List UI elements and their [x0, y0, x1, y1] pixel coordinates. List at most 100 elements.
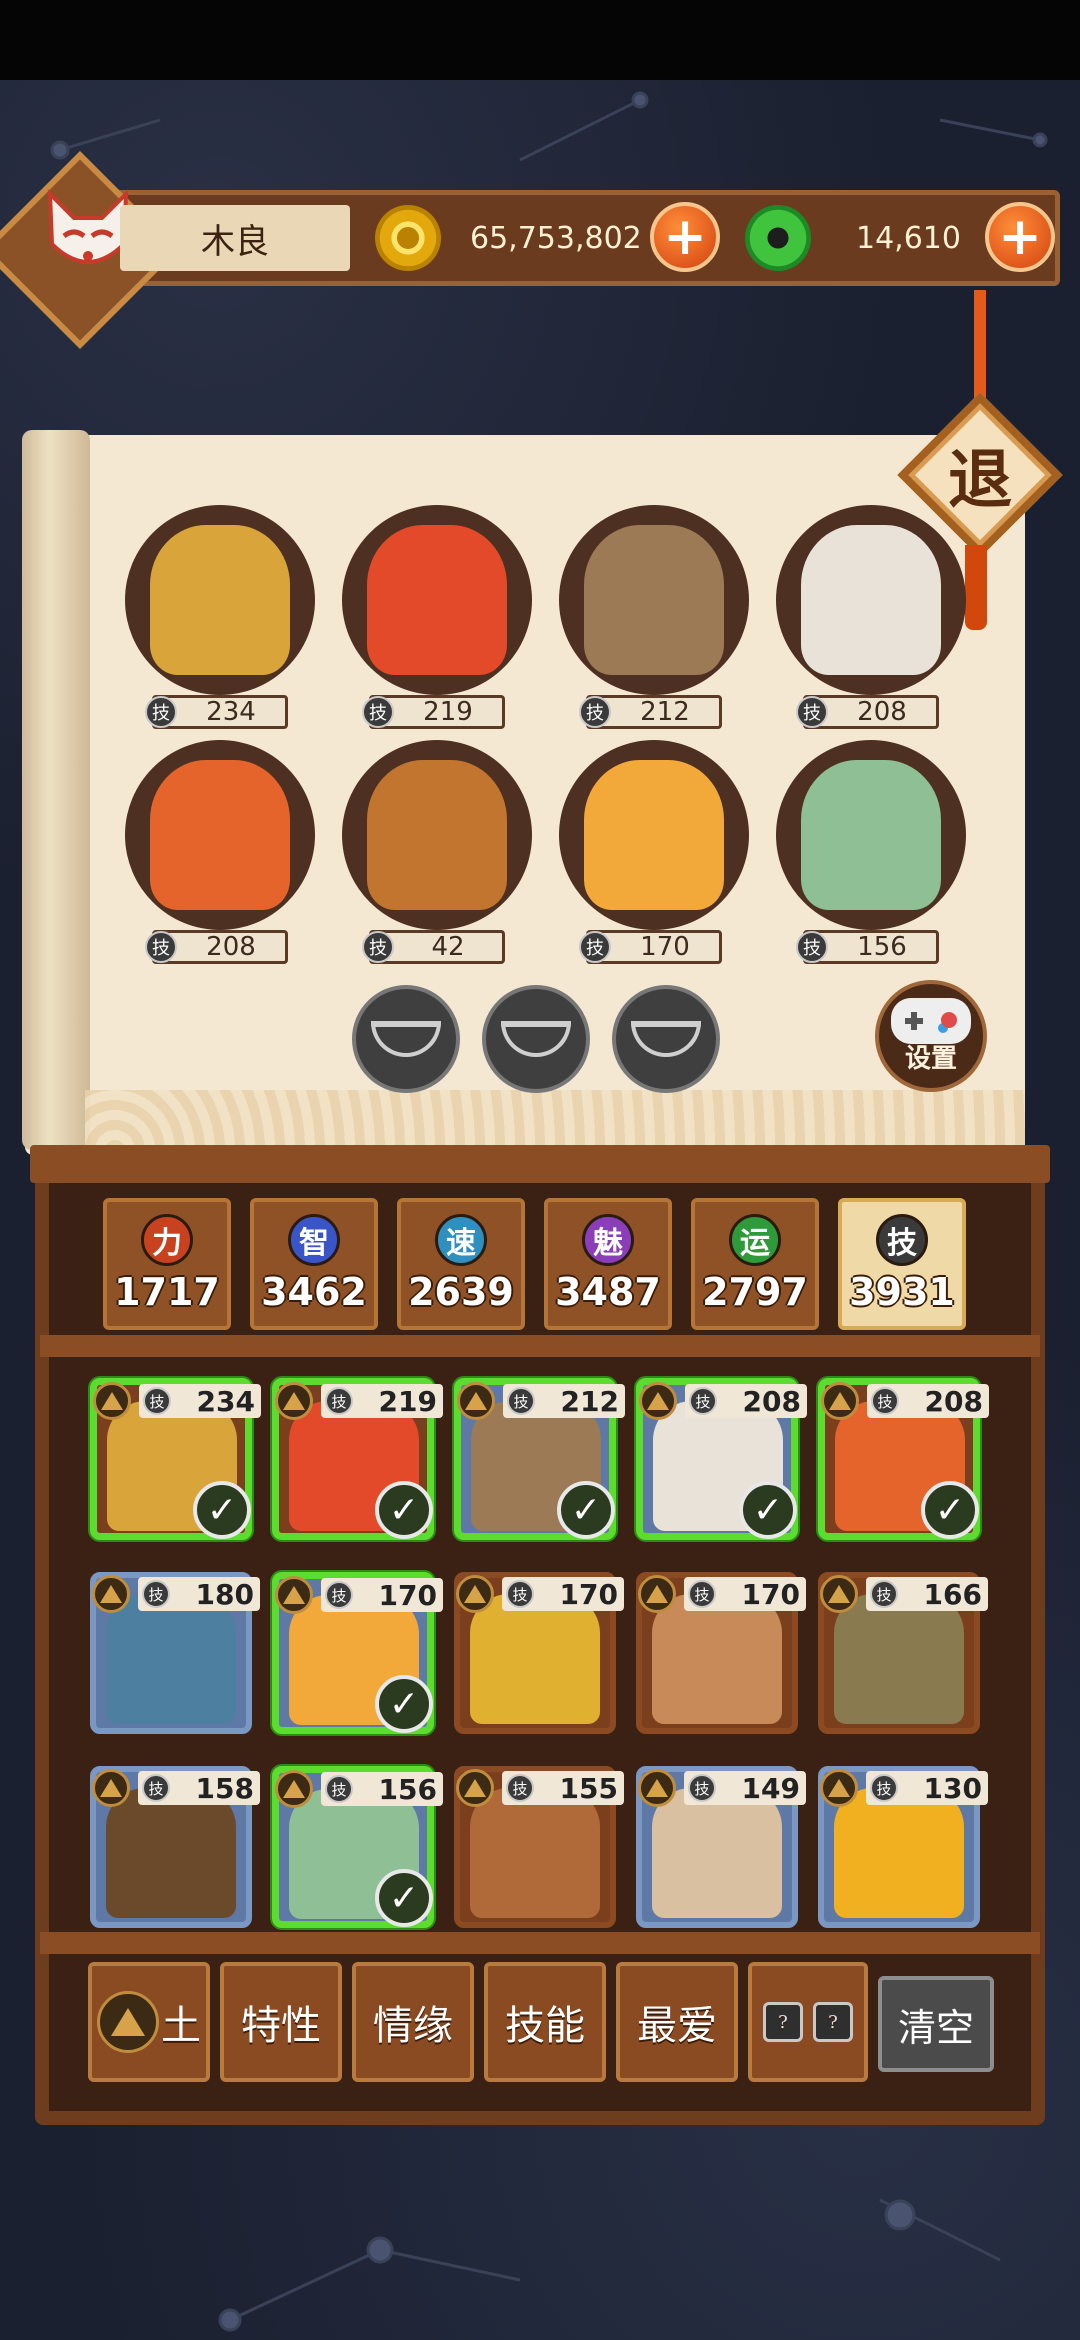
skill-icon: 技: [507, 1387, 535, 1415]
filter-unknown-button[interactable]: ? ?: [748, 1962, 868, 2082]
cabinet-top: [30, 1145, 1050, 1183]
stat-tab[interactable]: 智 3462: [250, 1198, 378, 1330]
hero-card[interactable]: 技 166: [818, 1572, 988, 1734]
hero-card[interactable]: 技 158: [90, 1766, 260, 1928]
selected-check-icon: ✓: [375, 1675, 433, 1733]
skill-value-pill: 技 158: [138, 1771, 260, 1805]
clear-button[interactable]: 清空: [878, 1976, 994, 2072]
skill-icon: 技: [579, 696, 611, 728]
hero-card[interactable]: 技 170 ✓: [272, 1572, 443, 1734]
hero-portrait-frame: [559, 740, 749, 930]
earth-element-icon: [275, 1382, 313, 1420]
hero-portrait: [834, 1788, 964, 1918]
skill-value: 234: [206, 697, 256, 727]
skill-value: 149: [741, 1771, 800, 1805]
earth-element-icon: [92, 1575, 130, 1613]
filter-bond-button[interactable]: 情缘: [352, 1962, 474, 2082]
skill-icon: 技: [142, 1580, 170, 1608]
team-member[interactable]: 技 208: [120, 740, 320, 964]
hero-card[interactable]: 技 180: [90, 1572, 260, 1734]
filter-earth-button[interactable]: 土: [88, 1962, 210, 2082]
add-jade-button[interactable]: +: [985, 202, 1055, 272]
hero-card[interactable]: 技 212 ✓: [454, 1378, 625, 1540]
earth-element-icon: [639, 1382, 677, 1420]
skill-value-pill: 技 170: [579, 930, 722, 964]
hero-card[interactable]: 技 234 ✓: [90, 1378, 261, 1540]
team-member[interactable]: 技 234: [120, 505, 320, 729]
skill-value: 180: [195, 1577, 254, 1611]
hero-portrait: [652, 1594, 782, 1724]
stat-value: 2797: [702, 1270, 808, 1314]
filter-trait-button[interactable]: 特性: [220, 1962, 342, 2082]
hero-card[interactable]: 技 170: [636, 1572, 806, 1734]
skill-value: 130: [923, 1771, 982, 1805]
skill-value: 170: [559, 1577, 618, 1611]
empty-slot-bowl-icon[interactable]: [612, 985, 720, 1093]
earth-element-icon: [638, 1575, 676, 1613]
jade-amount: 14,610: [856, 220, 961, 256]
stat-tab[interactable]: 技 3931: [838, 1198, 966, 1330]
stat-icon: 速: [435, 1214, 487, 1266]
earth-element-icon: [456, 1575, 494, 1613]
skill-value-pill: 技 149: [684, 1771, 806, 1805]
hero-portrait: [801, 760, 941, 910]
team-member[interactable]: 技 156: [771, 740, 971, 964]
hero-portrait: [367, 760, 507, 910]
skill-value-pill: 技 234: [139, 1384, 261, 1418]
team-member[interactable]: 技 219: [337, 505, 537, 729]
selected-check-icon: ✓: [193, 1481, 251, 1539]
earth-element-icon: [97, 1991, 159, 2053]
skill-value: 208: [857, 697, 907, 727]
skill-value: 42: [431, 932, 465, 962]
add-gold-button[interactable]: +: [650, 202, 720, 272]
hero-portrait: [106, 1788, 236, 1918]
skill-value: 170: [378, 1578, 437, 1612]
hero-portrait-frame: [342, 740, 532, 930]
empty-slot-bowl-icon[interactable]: [482, 985, 590, 1093]
scroll-wave-pattern: [85, 1090, 1025, 1150]
skill-icon: 技: [796, 931, 828, 963]
hero-card[interactable]: 技 149: [636, 1766, 806, 1928]
hero-portrait-frame: [342, 505, 532, 695]
filter-trait-label: 特性: [241, 2003, 321, 2049]
hero-portrait: [470, 1594, 600, 1724]
stat-tab[interactable]: 速 2639: [397, 1198, 525, 1330]
hero-card[interactable]: 技 208 ✓: [818, 1378, 989, 1540]
stat-tab[interactable]: 魅 3487: [544, 1198, 672, 1330]
settings-button[interactable]: 设置: [875, 980, 987, 1092]
stat-tab[interactable]: 运 2797: [691, 1198, 819, 1330]
cabinet-shelf: [40, 1932, 1040, 1954]
earth-element-icon: [820, 1575, 858, 1613]
stat-icon: 运: [729, 1214, 781, 1266]
filter-favorite-button[interactable]: 最爱: [616, 1962, 738, 2082]
hero-card[interactable]: 技 155: [454, 1766, 624, 1928]
hero-card[interactable]: 技 219 ✓: [272, 1378, 443, 1540]
hero-card[interactable]: 技 170: [454, 1572, 624, 1734]
hero-card[interactable]: 技 208 ✓: [636, 1378, 807, 1540]
team-member[interactable]: 技 170: [554, 740, 754, 964]
skill-icon: 技: [796, 696, 828, 728]
selected-check-icon: ✓: [375, 1481, 433, 1539]
gold-coin-icon: [375, 205, 441, 271]
empty-slot-bowl-icon[interactable]: [352, 985, 460, 1093]
team-member[interactable]: 技 42: [337, 740, 537, 964]
hero-portrait: [106, 1594, 236, 1724]
earth-element-icon: [820, 1769, 858, 1807]
unknown-mark-icon: ?: [813, 2002, 853, 2042]
hero-card[interactable]: 技 130: [818, 1766, 988, 1928]
skill-icon: 技: [506, 1580, 534, 1608]
skill-value-pill: 技 170: [502, 1577, 624, 1611]
earth-element-icon: [457, 1382, 495, 1420]
player-name: 木良: [120, 205, 350, 271]
selected-check-icon: ✓: [739, 1481, 797, 1539]
team-member[interactable]: 技 208: [771, 505, 971, 729]
hero-card[interactable]: 技 156 ✓: [272, 1766, 443, 1928]
stat-value: 3931: [849, 1270, 955, 1314]
filter-skill-button[interactable]: 技能: [484, 1962, 606, 2082]
team-member[interactable]: 技 212: [554, 505, 754, 729]
skill-value: 170: [741, 1577, 800, 1611]
stat-tab[interactable]: 力 1717: [103, 1198, 231, 1330]
skill-value-pill: 技 155: [502, 1771, 624, 1805]
hero-portrait: [367, 525, 507, 675]
hero-portrait-frame: [125, 505, 315, 695]
